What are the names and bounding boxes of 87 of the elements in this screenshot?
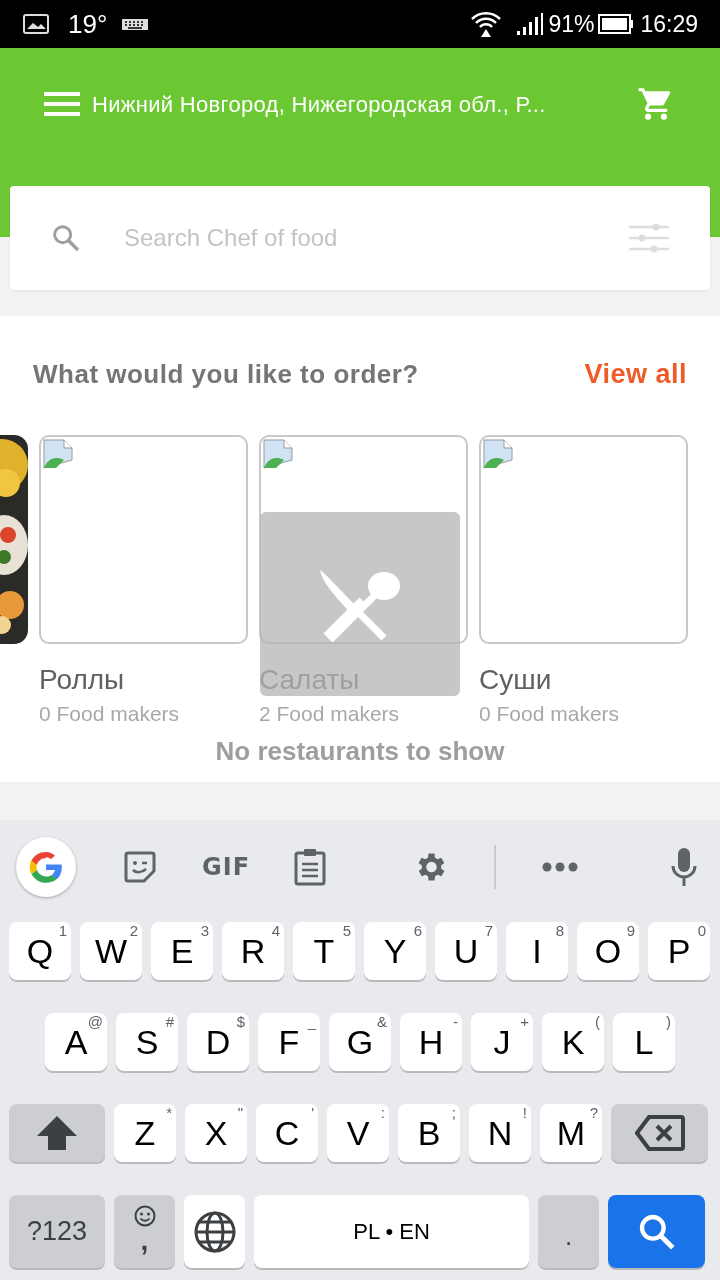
search-icon [50, 222, 82, 254]
search-field[interactable]: Search Chef of food [10, 186, 710, 290]
key-hint: + [520, 1014, 529, 1029]
key-hint: : [380, 1105, 385, 1120]
clipboard-icon[interactable] [294, 848, 327, 886]
space-key[interactable]: PL • EN [254, 1195, 529, 1268]
key[interactable]: E 3 [151, 922, 213, 980]
battery-icon [598, 13, 635, 35]
more-icon[interactable] [542, 862, 579, 872]
broken-image-icon [262, 437, 294, 470]
key-hint: ! [522, 1105, 527, 1120]
key-hint: ' [311, 1105, 314, 1120]
keyboard-icon [121, 16, 150, 32]
key[interactable]: D $ [187, 1013, 249, 1071]
emoji-icon [133, 1204, 156, 1227]
gif-button[interactable]: GIF [202, 849, 251, 885]
language-key[interactable] [184, 1195, 245, 1268]
key-hint: - [453, 1014, 458, 1029]
key[interactable]: H - [400, 1013, 462, 1071]
key-hint: 6 [413, 923, 422, 938]
key-hint: & [377, 1014, 387, 1029]
temperature: 19° [68, 7, 108, 41]
search-input[interactable]: Search Chef of food [124, 220, 628, 256]
key-hint: 8 [555, 923, 564, 938]
key-hint: ? [589, 1105, 598, 1120]
category-name: Суши [479, 663, 552, 696]
key-hint: 9 [626, 923, 635, 938]
key[interactable]: A@ [45, 1013, 107, 1071]
key[interactable]: J + [471, 1013, 533, 1071]
key-hint: ) [666, 1014, 671, 1029]
key-hint: " [237, 1105, 243, 1120]
period-key[interactable]: . [538, 1195, 599, 1268]
empty-state-message: No restaurants to show [215, 736, 505, 766]
comma-key[interactable]: , [114, 1195, 175, 1268]
comma-label: , [140, 1226, 149, 1255]
image-icon [22, 13, 50, 35]
clock: 16:29 [640, 9, 698, 39]
key[interactable]: F _ [258, 1013, 320, 1071]
key[interactable]: B ; [398, 1104, 460, 1162]
google-button[interactable] [16, 837, 76, 897]
key[interactable]: Y 6 [364, 922, 426, 980]
globe-icon [192, 1209, 237, 1254]
key[interactable]: I 8 [506, 922, 568, 980]
key[interactable]: P 0 [648, 922, 710, 980]
key-hint: @ [87, 1014, 103, 1029]
sticker-icon[interactable] [122, 849, 158, 885]
category-name: Роллы [39, 663, 125, 696]
broken-image-icon [42, 437, 74, 470]
signal-icon [516, 12, 545, 36]
key-hint: ; [451, 1105, 456, 1120]
key[interactable]: N ! [469, 1104, 531, 1162]
key-hint: 0 [697, 923, 706, 938]
key-hint: $ [236, 1014, 245, 1029]
key[interactable]: S # [116, 1013, 178, 1071]
food-makers-count: 0 Food makers [39, 701, 180, 726]
backspace-icon [634, 1114, 685, 1152]
section-title: What would you like to order? [33, 357, 419, 391]
key-hint: 7 [484, 923, 493, 938]
key[interactable]: L ) [613, 1013, 675, 1071]
search-key[interactable] [608, 1195, 705, 1268]
key-hint: 3 [200, 923, 209, 938]
key-hint: ( [595, 1014, 600, 1029]
key[interactable]: G& [329, 1013, 391, 1071]
food-makers-count: 2 Food makers [259, 701, 400, 726]
key[interactable]: V : [327, 1104, 389, 1162]
shift-key[interactable] [9, 1104, 105, 1162]
key[interactable]: K ( [542, 1013, 604, 1071]
key[interactable]: M? [540, 1104, 602, 1162]
key-hint: # [165, 1014, 174, 1029]
shift-arrow-icon [35, 1114, 79, 1152]
key-hint: _ [307, 1014, 316, 1029]
broken-image-icon [482, 437, 514, 470]
microphone-icon[interactable] [670, 847, 698, 887]
key-hint: 1 [58, 923, 67, 938]
backspace-key[interactable] [611, 1104, 708, 1162]
key-hint: 5 [342, 923, 351, 938]
symbols-key[interactable]: ?123 [9, 1195, 105, 1268]
battery-level: 91% [548, 9, 595, 39]
key[interactable]: T 5 [293, 922, 355, 980]
wifi-icon [470, 10, 503, 38]
key-hint: 2 [129, 923, 138, 938]
key-hint: * [166, 1105, 172, 1120]
key[interactable]: C ' [256, 1104, 318, 1162]
key[interactable]: X " [185, 1104, 247, 1162]
key[interactable]: Z * [114, 1104, 176, 1162]
food-makers-count: 0 Food makers [479, 701, 620, 726]
key-hint: 4 [271, 923, 280, 938]
